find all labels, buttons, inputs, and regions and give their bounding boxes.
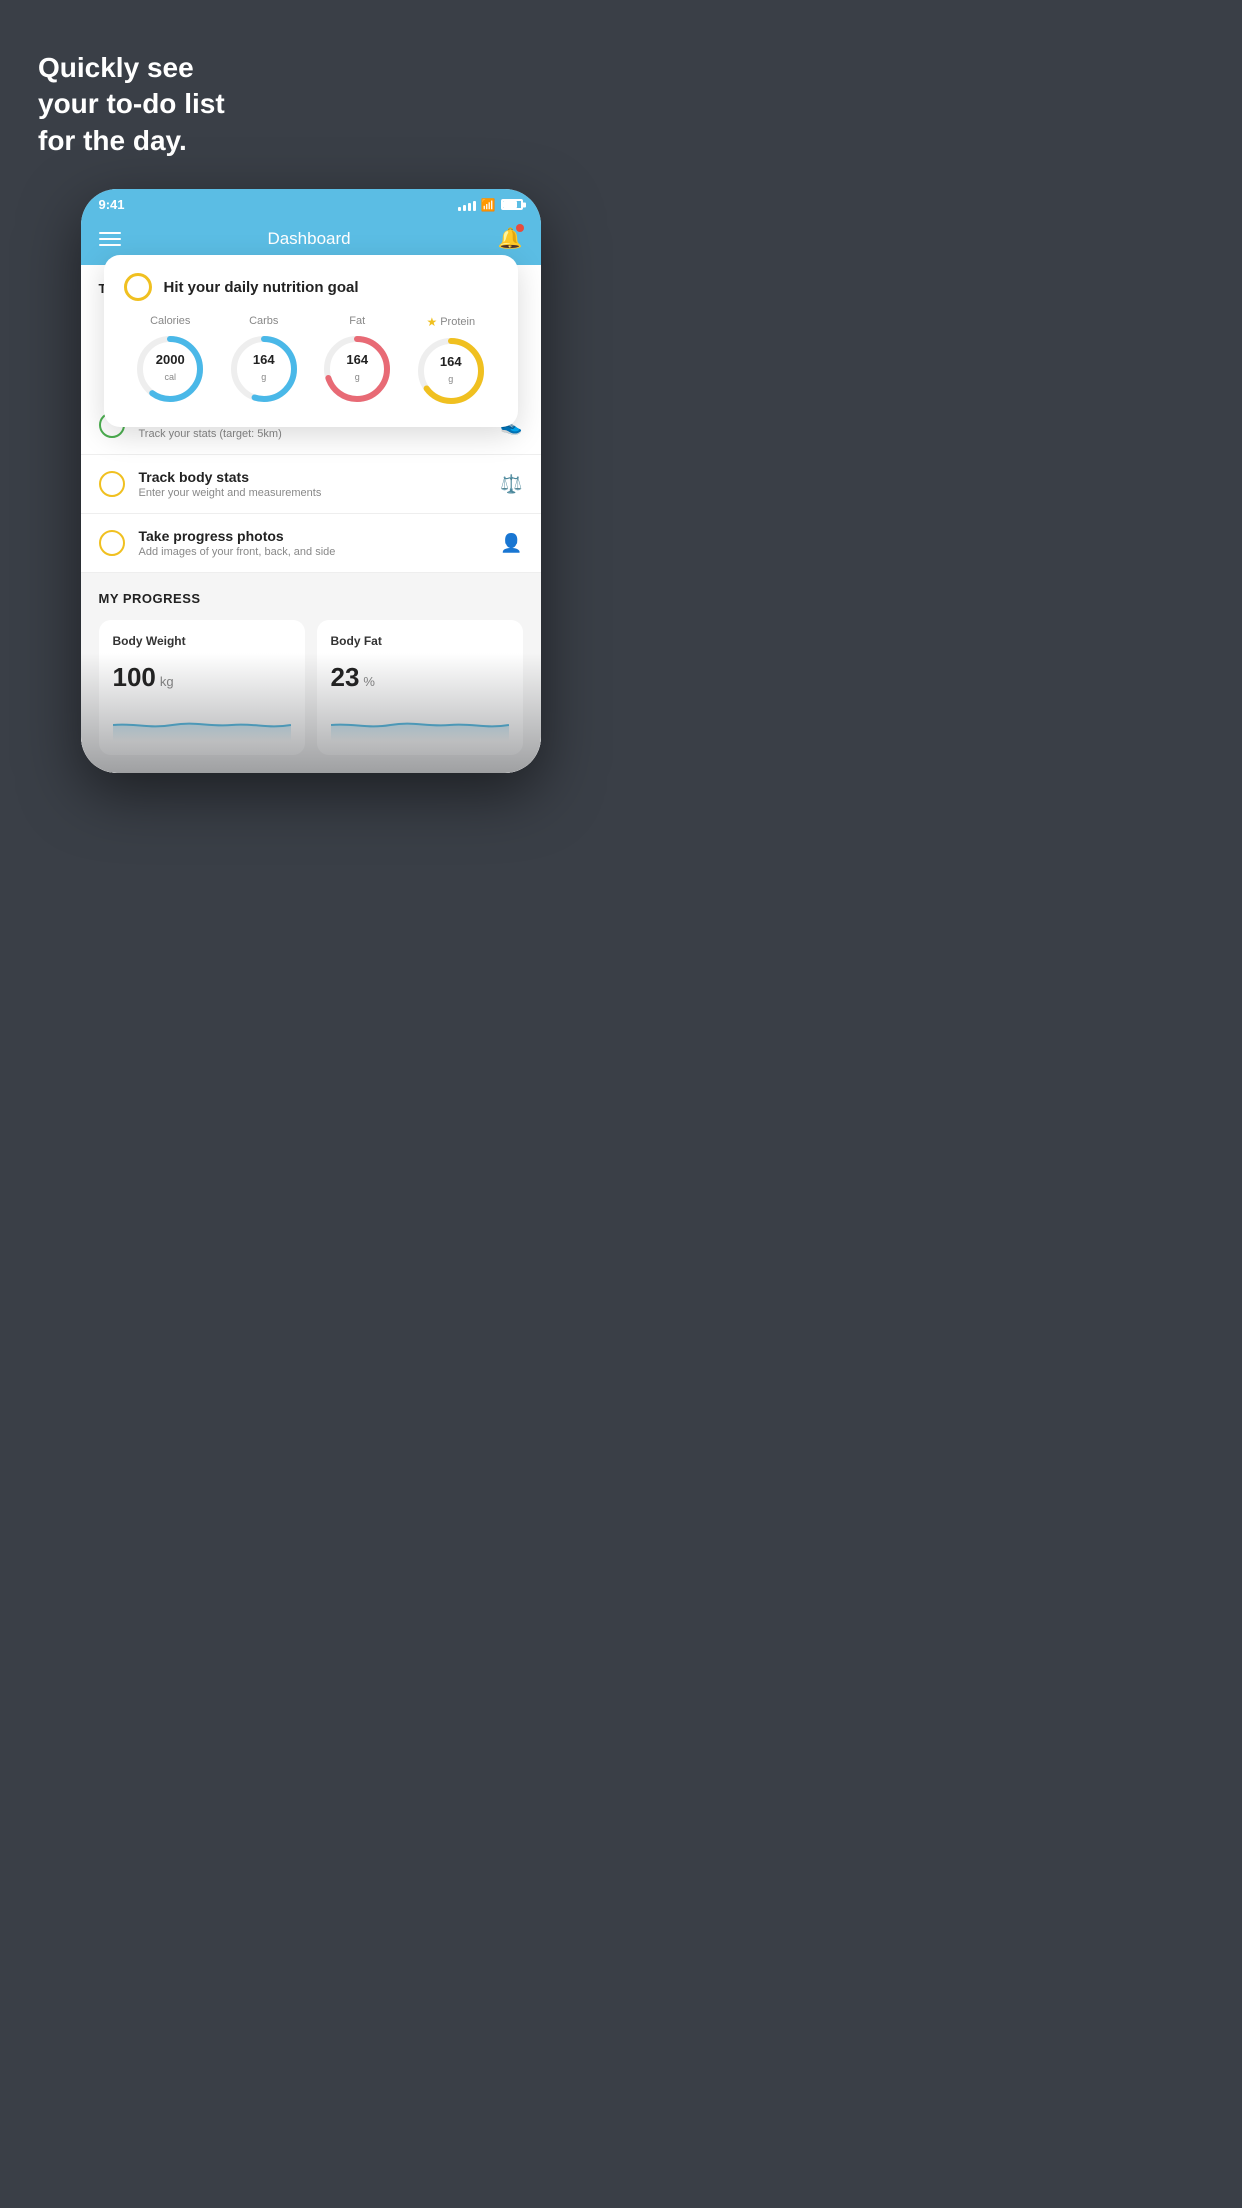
donut-chart: 164 g bbox=[228, 333, 300, 405]
battery-icon bbox=[501, 199, 523, 210]
status-bar: 9:41 📶 bbox=[81, 189, 541, 216]
card-title-row: Hit your daily nutrition goal bbox=[124, 273, 498, 301]
time-display: 9:41 bbox=[99, 197, 125, 212]
nutrition-item-protein: ★ Protein 164 g bbox=[415, 315, 487, 407]
task-item[interactable]: Take progress photos Add images of your … bbox=[81, 514, 541, 573]
progress-card-title: Body Fat bbox=[331, 634, 509, 648]
wifi-icon: 📶 bbox=[481, 198, 496, 212]
task-checkbox[interactable] bbox=[99, 471, 125, 497]
task-item[interactable]: Track body stats Enter your weight and m… bbox=[81, 455, 541, 514]
nutrition-card-title: Hit your daily nutrition goal bbox=[164, 279, 359, 296]
progress-section: MY PROGRESS Body Weight 100 kg Body Fat bbox=[81, 573, 541, 773]
progress-card-title: Body Weight bbox=[113, 634, 291, 648]
task-subtitle: Enter your weight and measurements bbox=[139, 487, 487, 499]
progress-value-row: 100 kg bbox=[113, 662, 291, 693]
progress-cards: Body Weight 100 kg Body Fat 23 % bbox=[99, 620, 523, 755]
task-checkbox[interactable] bbox=[99, 530, 125, 556]
progress-value-row: 23 % bbox=[331, 662, 509, 693]
phone-screen: 9:41 📶 Dashboard 🔔 bbox=[81, 189, 541, 773]
nutrition-item-fat: Fat 164 g bbox=[321, 315, 393, 407]
progress-header: MY PROGRESS bbox=[99, 591, 523, 606]
nutrition-checkbox[interactable] bbox=[124, 273, 152, 301]
task-subtitle: Track your stats (target: 5km) bbox=[139, 428, 487, 440]
nutrition-label: Fat bbox=[349, 315, 365, 327]
task-title: Track body stats bbox=[139, 469, 487, 485]
phone-mockup: 9:41 📶 Dashboard 🔔 bbox=[81, 189, 541, 773]
mini-chart bbox=[331, 705, 509, 741]
task-icon: 👤 bbox=[500, 533, 522, 554]
notifications-button[interactable]: 🔔 bbox=[498, 226, 523, 251]
nutrition-label: ★ Protein bbox=[426, 315, 475, 329]
task-info: Track body stats Enter your weight and m… bbox=[139, 469, 487, 499]
hero-text: Quickly see your to-do list for the day. bbox=[0, 0, 621, 179]
nutrition-item-calories: Calories 2000 cal bbox=[134, 315, 206, 407]
star-icon: ★ bbox=[426, 315, 437, 329]
donut-center: 164 g bbox=[253, 353, 275, 385]
nutrition-label: Calories bbox=[150, 315, 190, 327]
mini-chart bbox=[113, 705, 291, 741]
task-icon: ⚖️ bbox=[500, 474, 522, 495]
signal-icon bbox=[458, 199, 476, 211]
nutrition-card: Hit your daily nutrition goal Calories 2… bbox=[104, 255, 518, 427]
progress-unit: % bbox=[363, 674, 375, 689]
status-icons: 📶 bbox=[458, 198, 523, 212]
progress-value: 100 bbox=[113, 662, 156, 693]
task-subtitle: Add images of your front, back, and side bbox=[139, 546, 487, 558]
progress-card-body-fat[interactable]: Body Fat 23 % bbox=[317, 620, 523, 755]
nav-title: Dashboard bbox=[267, 229, 350, 249]
donut-chart: 164 g bbox=[415, 335, 487, 407]
nutrition-item-carbs: Carbs 164 g bbox=[228, 315, 300, 407]
hero-section: Quickly see your to-do list for the day. bbox=[0, 0, 621, 179]
progress-unit: kg bbox=[160, 674, 174, 689]
donut-center: 164 g bbox=[346, 353, 368, 385]
nutrition-grid: Calories 2000 cal Carbs 164 g bbox=[124, 315, 498, 407]
task-info: Take progress photos Add images of your … bbox=[139, 528, 487, 558]
donut-center: 164 g bbox=[440, 355, 462, 387]
progress-value: 23 bbox=[331, 662, 360, 693]
main-content: THINGS TO DO TODAY Hit your daily nutrit… bbox=[81, 265, 541, 773]
donut-chart: 2000 cal bbox=[134, 333, 206, 405]
nutrition-label: Carbs bbox=[249, 315, 278, 327]
notification-dot bbox=[516, 224, 524, 232]
task-title: Take progress photos bbox=[139, 528, 487, 544]
donut-center: 2000 cal bbox=[156, 353, 185, 385]
menu-button[interactable] bbox=[99, 232, 121, 246]
progress-card-body-weight[interactable]: Body Weight 100 kg bbox=[99, 620, 305, 755]
donut-chart: 164 g bbox=[321, 333, 393, 405]
